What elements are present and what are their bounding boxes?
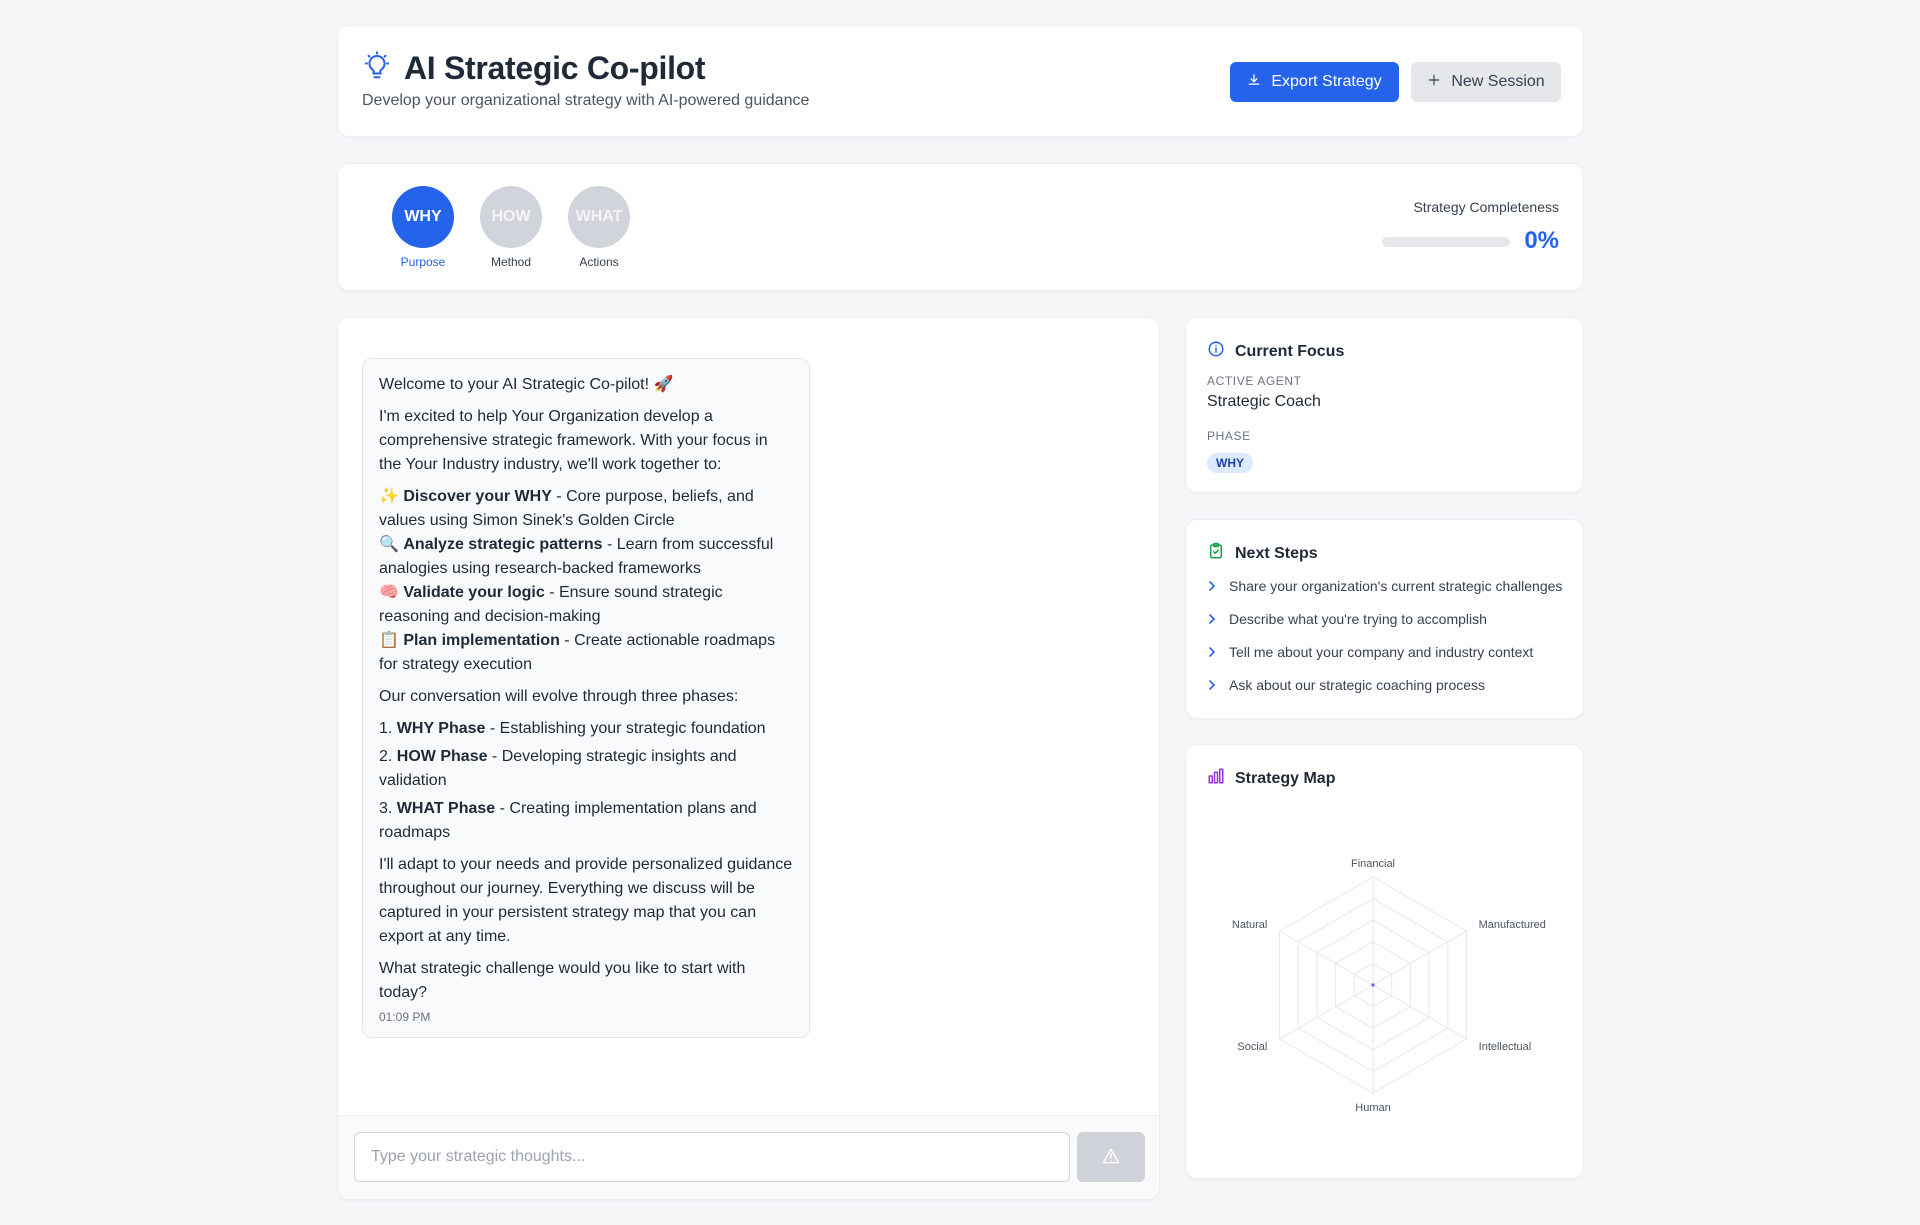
next-step-item[interactable]: Ask about our strategic coaching process: [1207, 675, 1567, 700]
message-paragraph: I'll adapt to your needs and provide per…: [379, 856, 793, 945]
phase-why[interactable]: WHY Purpose: [391, 186, 455, 269]
next-step-text: Ask about our strategic coaching process: [1229, 677, 1486, 693]
radar-axis-label: Intellectual: [1479, 1041, 1532, 1053]
phase-progress-card: WHY Purpose HOW Method WHAT Actions Stra…: [337, 163, 1584, 291]
phase-what[interactable]: WHAT Actions: [567, 186, 631, 269]
message-bullet-list: ✨ Discover your WHY - Core purpose, beli…: [379, 485, 793, 677]
next-steps-card: Next Steps Share your organization's cur…: [1185, 519, 1584, 719]
radar-axis-label: Human: [1355, 1102, 1390, 1114]
assistant-message: Welcome to your AI Strategic Co-pilot! 🚀…: [362, 358, 810, 1038]
chat-input-bar: [338, 1115, 1159, 1199]
strategy-radar-chart: Financial Manufactured Intellectual Human So…: [1232, 858, 1546, 1114]
message-paragraph: I'm excited to help Your Organization de…: [379, 408, 768, 473]
header-card: AI Strategic Co-pilot Develop your organ…: [337, 25, 1584, 137]
radar-axis-line: [1372, 930, 1467, 986]
radar-axis-label: Financial: [1351, 858, 1395, 870]
radar-axis-line: [1279, 984, 1374, 1040]
app-root: AI Strategic Co-pilot Develop your organ…: [0, 0, 1920, 1225]
radar-axis-label: Manufactured: [1479, 919, 1546, 931]
current-focus-header: Current Focus: [1207, 340, 1344, 363]
completeness-percent: 0%: [1524, 227, 1559, 254]
list-item: 1. WHY Phase - Establishing your strateg…: [379, 720, 766, 737]
chat-input[interactable]: [354, 1132, 1070, 1182]
page-title: AI Strategic Co-pilot: [404, 50, 706, 86]
send-button[interactable]: [1077, 1132, 1145, 1182]
export-strategy-label: Export Strategy: [1271, 73, 1382, 90]
message-timestamp: 01:09 PM: [379, 1010, 431, 1024]
phase-how-circle: HOW: [480, 186, 542, 248]
next-step-text: Describe what you're trying to accomplis…: [1229, 611, 1487, 627]
current-focus-card: Current Focus ACTIVE AGENT Strategic Coa…: [1185, 317, 1584, 493]
export-strategy-button[interactable]: Export Strategy: [1230, 62, 1399, 102]
send-icon: [1102, 1147, 1120, 1168]
radar-axis-line: [1372, 984, 1467, 1040]
completeness-progress-bar: [1382, 237, 1510, 247]
strategy-completeness-label: Strategy Completeness: [1413, 199, 1559, 215]
list-item: 🔍 Analyze strategic patterns - Learn fro…: [379, 536, 774, 577]
phase-why-circle: WHY: [392, 186, 454, 248]
phase-how-label: Method: [490, 255, 532, 269]
new-session-label: New Session: [1451, 73, 1545, 90]
phase-label: PHASE: [1207, 429, 1251, 443]
plus-icon: [1427, 73, 1441, 92]
radar-axis-line: [1279, 930, 1374, 986]
page-subtitle: Develop your organizational strategy wit…: [362, 92, 810, 109]
phase-what-circle: WHAT: [568, 186, 630, 248]
message-paragraph: Our conversation will evolve through thr…: [379, 688, 739, 705]
phase-badge: WHY: [1207, 453, 1253, 473]
radar-data-point: [1371, 983, 1375, 987]
info-icon: [1207, 340, 1225, 363]
phase-what-label: Actions: [579, 255, 619, 269]
next-step-item[interactable]: Describe what you're trying to accomplis…: [1207, 609, 1567, 634]
chevron-right-icon: [1207, 675, 1217, 700]
lightbulb-icon: [362, 51, 392, 86]
next-step-item[interactable]: Tell me about your company and industry …: [1207, 642, 1567, 667]
radar-axis-label: Natural: [1232, 919, 1267, 931]
list-item: 🧠 Validate your logic - Ensure sound str…: [379, 584, 723, 625]
list-item: 3. WHAT Phase - Creating implementation …: [379, 800, 757, 841]
list-item: ✨ Discover your WHY - Core purpose, beli…: [379, 488, 754, 529]
strategy-map-header: Strategy Map: [1207, 767, 1335, 790]
message-paragraph: What strategic challenge would you like …: [379, 960, 746, 1001]
chevron-right-icon: [1207, 642, 1217, 667]
next-step-text: Tell me about your company and industry …: [1229, 644, 1534, 660]
list-item: 📋 Plan implementation - Create actionabl…: [379, 632, 776, 673]
message-intro: Welcome to your AI Strategic Co-pilot! 🚀: [379, 376, 674, 393]
phase-why-label: Purpose: [400, 255, 446, 269]
chevron-right-icon: [1207, 576, 1217, 601]
title-row: AI Strategic Co-pilot: [362, 50, 706, 87]
active-agent-value: Strategic Coach: [1207, 393, 1321, 410]
list-item: 2. HOW Phase - Developing strategic insi…: [379, 748, 737, 789]
next-step-text: Share your organization's current strate…: [1229, 578, 1563, 594]
next-steps-header: Next Steps: [1207, 542, 1318, 565]
chat-panel: Welcome to your AI Strategic Co-pilot! 🚀…: [337, 317, 1160, 1200]
phase-how[interactable]: HOW Method: [479, 186, 543, 269]
new-session-button[interactable]: New Session: [1411, 62, 1561, 102]
strategy-map-title: Strategy Map: [1235, 769, 1336, 787]
strategy-map-card: Strategy Map Financial Manufactured Intell…: [1185, 744, 1584, 1179]
next-step-item[interactable]: Share your organization's current strate…: [1207, 576, 1567, 601]
active-agent-label: ACTIVE AGENT: [1207, 374, 1302, 388]
bar-chart-icon: [1207, 767, 1225, 790]
radar-axis-label: Social: [1237, 1041, 1267, 1053]
next-steps-title: Next Steps: [1235, 544, 1318, 562]
current-focus-title: Current Focus: [1235, 342, 1345, 360]
chevron-right-icon: [1207, 609, 1217, 634]
clipboard-check-icon: [1207, 542, 1225, 565]
next-steps-list: Share your organization's current strate…: [1207, 576, 1567, 708]
download-icon: [1247, 73, 1261, 92]
